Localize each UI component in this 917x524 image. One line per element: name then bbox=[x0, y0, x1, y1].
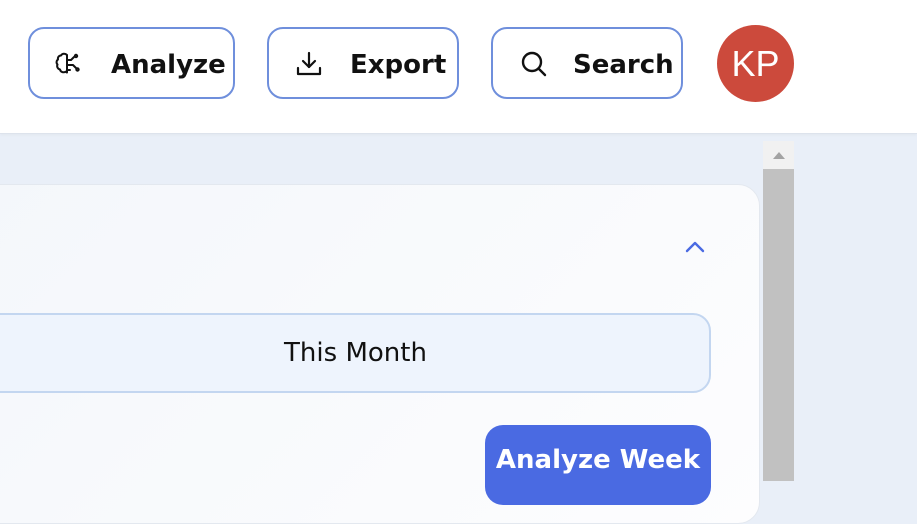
scroll-thumb[interactable] bbox=[763, 169, 794, 481]
export-button[interactable]: Export bbox=[267, 27, 459, 99]
export-label: Export bbox=[350, 50, 447, 80]
search-label: Search bbox=[573, 50, 674, 80]
search-icon bbox=[521, 51, 547, 77]
analyze-week-button[interactable]: Analyze Week bbox=[485, 425, 711, 505]
search-button[interactable]: Search bbox=[491, 27, 683, 99]
brain-icon bbox=[55, 52, 80, 74]
triangle-up-icon bbox=[772, 152, 785, 159]
download-icon bbox=[296, 51, 322, 76]
analyze-button[interactable]: Analyze bbox=[28, 27, 235, 99]
scroll-up-button[interactable] bbox=[763, 141, 794, 169]
scrollbar[interactable] bbox=[763, 141, 794, 481]
period-label: This Month bbox=[284, 338, 427, 368]
analyze-week-label: Analyze Week bbox=[495, 445, 701, 475]
chevron-up-icon[interactable] bbox=[684, 240, 706, 254]
analyze-label: Analyze bbox=[111, 50, 226, 80]
top-header: Analyze Export Search KP bbox=[0, 0, 917, 134]
period-selector[interactable]: This Month bbox=[0, 313, 711, 393]
avatar[interactable]: KP bbox=[717, 25, 794, 102]
